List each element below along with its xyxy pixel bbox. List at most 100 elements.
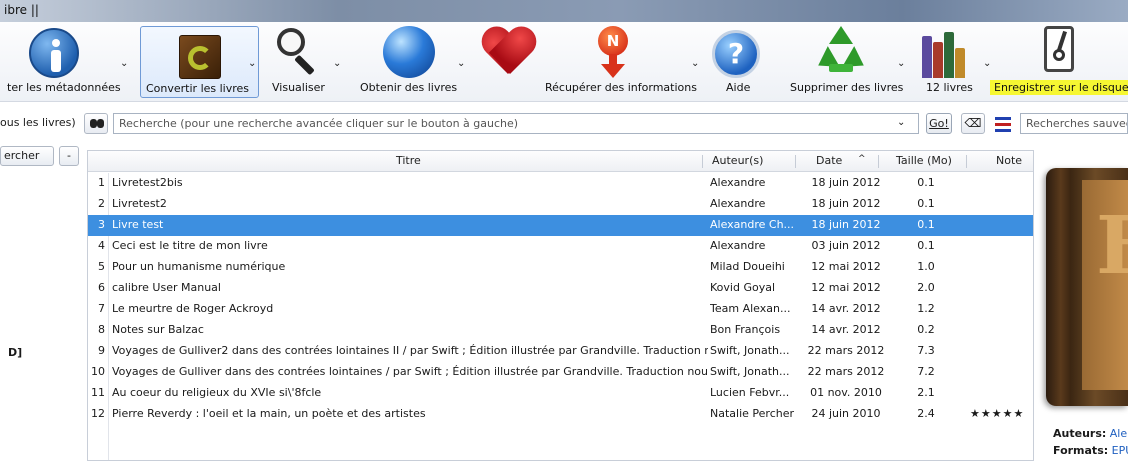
row-authors: Bon François (710, 323, 781, 336)
table-row[interactable]: 10 Voyages de Gulliver dans des contrées … (88, 362, 1033, 383)
row-number: 12 (91, 407, 105, 420)
fetch-news-button[interactable]: N Récupérer des informations (540, 22, 697, 100)
remove-books-label: Supprimer des livres (790, 81, 904, 94)
convert-books-button[interactable]: Convertir les livres (140, 26, 259, 98)
row-authors: Alexandre (710, 239, 766, 252)
row-size: 0.1 (917, 218, 935, 231)
view-label: Visualiser (272, 81, 325, 94)
main-toolbar: ter les métadonnées ⌄ Convertir les livr… (0, 22, 1128, 102)
row-authors: Kovid Goyal (710, 281, 776, 294)
row-size: 1.0 (917, 260, 935, 273)
row-title: Pour un humanisme numérique (112, 260, 286, 273)
column-date[interactable]: Date (816, 154, 842, 167)
column-authors[interactable]: Auteur(s) (712, 154, 763, 167)
formats-label: Formats: (1053, 444, 1109, 457)
row-authors: Team Alexan... (710, 302, 791, 315)
saved-search-icon[interactable] (993, 114, 1013, 134)
books-table: Titre Auteur(s) Date ^ Taille (Mo) Note … (87, 150, 1034, 461)
donate-button[interactable] (478, 22, 538, 100)
remove-books-dropdown[interactable]: ⌄ (897, 58, 905, 69)
save-to-disk-button[interactable]: Enregistrer sur le disque (988, 22, 1128, 100)
table-row[interactable]: 3 Livre test Alexandre Ch... 18 juin 2012 0.… (88, 215, 1033, 236)
sort-ascending-icon: ^ (858, 154, 866, 164)
library-button[interactable]: 12 livres (914, 22, 976, 100)
formats-value[interactable]: EPU (1112, 444, 1128, 457)
info-icon (29, 28, 79, 78)
edit-metadata-dropdown[interactable]: ⌄ (120, 58, 128, 69)
row-date: 14 avr. 2012 (811, 302, 881, 315)
get-books-label: Obtenir des livres (360, 81, 458, 94)
row-authors: Swift, Jonath... (710, 344, 790, 357)
help-button[interactable]: ? Aide (710, 22, 762, 100)
edit-metadata-label: ter les métadonnées (7, 81, 121, 94)
row-authors: Swift, Jonath... (710, 365, 790, 378)
tag-search-button[interactable]: ercher (0, 146, 54, 166)
book-cover[interactable]: F (1046, 168, 1128, 406)
table-row[interactable]: 5 Pour un humanisme numérique Milad Doueih… (88, 257, 1033, 278)
advanced-search-button[interactable] (84, 113, 108, 134)
table-row[interactable]: 11 Au coeur du religieux du XVIe si\'8fcl… (88, 383, 1033, 404)
row-title: Livretest2 (112, 197, 167, 210)
get-books-dropdown[interactable]: ⌄ (457, 58, 465, 69)
fetch-news-dropdown[interactable]: ⌄ (691, 58, 699, 69)
table-row[interactable]: 4 Ceci est le titre de mon livre Alexandre… (88, 236, 1033, 257)
row-number: 5 (98, 260, 105, 273)
view-button[interactable]: Visualiser (266, 22, 328, 100)
row-size: 2.0 (917, 281, 935, 294)
table-row[interactable]: 7 Le meurtre de Roger Ackroyd Team Alexan.… (88, 299, 1033, 320)
help-label: Aide (726, 81, 751, 94)
clear-search-button[interactable]: ⌫ (961, 113, 985, 134)
row-title: calibre User Manual (112, 281, 221, 294)
view-dropdown[interactable]: ⌄ (333, 58, 341, 69)
edit-metadata-button[interactable]: ter les métadonnées (0, 22, 121, 100)
table-row[interactable]: 12 Pierre Reverdy : l'oeil et la main, un… (88, 404, 1033, 425)
table-row[interactable]: 9 Voyages de Gulliver2 dans des contrées … (88, 341, 1033, 362)
row-date: 03 juin 2012 (811, 239, 881, 252)
convert-books-label: Convertir les livres (146, 82, 250, 95)
go-button[interactable]: Go! (926, 113, 952, 134)
row-size: 2.1 (917, 386, 935, 399)
remove-books-button[interactable]: Supprimer des livres (786, 22, 903, 100)
column-size[interactable]: Taille (Mo) (896, 154, 952, 167)
get-books-button[interactable]: Obtenir des livres (355, 22, 459, 100)
column-rating[interactable]: Note (996, 154, 1022, 167)
row-authors: Alexandre (710, 197, 766, 210)
search-history-dropdown[interactable]: ⌄ (897, 117, 905, 128)
magnifier-icon (277, 28, 319, 76)
calibre-logo-icon: F (1096, 198, 1128, 292)
row-date: 12 mai 2012 (811, 281, 881, 294)
row-title: Ceci est le titre de mon livre (112, 239, 268, 252)
row-date: 01 nov. 2010 (810, 386, 882, 399)
row-authors: Alexandre (710, 176, 766, 189)
save-disk-icon (1044, 26, 1074, 72)
row-number: 3 (98, 218, 105, 231)
column-title[interactable]: Titre (396, 154, 421, 167)
convert-books-dropdown[interactable]: ⌄ (248, 58, 256, 69)
details-authors: Auteurs: Ale (1053, 427, 1127, 440)
row-date: 24 juin 2010 (811, 407, 881, 420)
window-title: ibre || (4, 3, 39, 17)
search-input[interactable]: Recherche (pour une recherche avancée cl… (113, 113, 919, 134)
table-row[interactable]: 2 Livretest2 Alexandre 18 juin 2012 0.1 (88, 194, 1033, 215)
row-size: 2.4 (917, 407, 935, 420)
table-row[interactable]: 1 Livretest2bis Alexandre 18 juin 2012 0.1 (88, 173, 1033, 194)
library-filter[interactable]: ous les livres) (0, 116, 76, 129)
row-size: 7.2 (917, 365, 935, 378)
help-icon: ? (712, 30, 760, 78)
details-formats: Formats: EPU (1053, 444, 1128, 457)
row-number: 1 (98, 176, 105, 189)
authors-label: Auteurs: (1053, 427, 1107, 440)
recycle-icon (812, 26, 870, 76)
authors-value[interactable]: Ale (1110, 427, 1127, 440)
row-number: 9 (98, 344, 105, 357)
row-number: 4 (98, 239, 105, 252)
saved-searches-input[interactable]: Recherches sauvega (1020, 113, 1128, 134)
table-row[interactable]: 6 calibre User Manual Kovid Goyal 12 mai 20… (88, 278, 1033, 299)
collapse-button[interactable]: - (59, 146, 79, 166)
row-title: Le meurtre de Roger Ackroyd (112, 302, 274, 315)
row-date: 22 mars 2012 (807, 344, 885, 357)
row-date: 14 avr. 2012 (811, 323, 881, 336)
row-size: 0.1 (917, 197, 935, 210)
row-rating: ★★★★★ (970, 407, 1025, 420)
table-row[interactable]: 8 Notes sur Balzac Bon François 14 avr. 201… (88, 320, 1033, 341)
